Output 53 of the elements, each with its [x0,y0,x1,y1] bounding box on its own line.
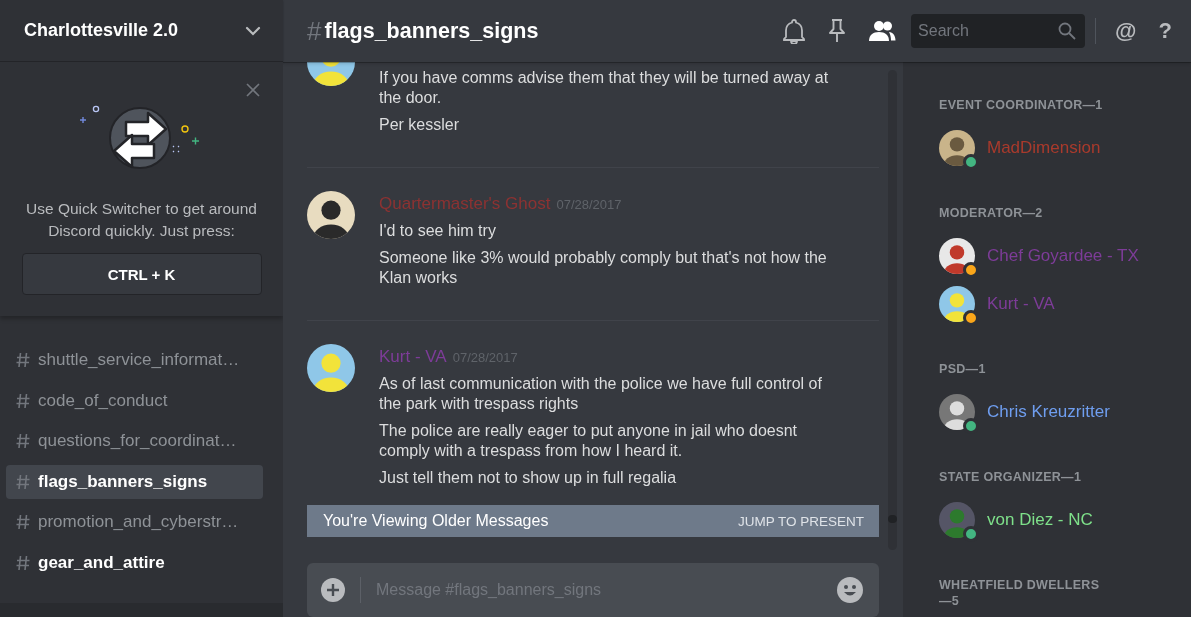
help-button[interactable]: ? [1158,18,1172,44]
avatar[interactable] [939,502,975,538]
members-icon[interactable] [868,20,897,42]
message-text: Per kessler [379,115,461,135]
plus-circle-icon[interactable] [321,578,345,602]
channel-item[interactable]: promotion_and_cyberstr… [6,505,263,540]
channel-title: flags_banners_signs [324,18,540,44]
avatar[interactable] [939,130,975,166]
hash-icon [16,433,30,450]
message-text: The police are really eager to put anyone in jail who doesnt comply with a trespass from how I heard it. [379,421,799,461]
channel-item[interactable]: shuttle_service_informat… [6,343,263,377]
channel-item[interactable]: gear_and_attire [6,545,263,580]
channel-item[interactable]: code_of_conduct [6,383,263,418]
role-heading: PSD—1 [939,361,987,377]
scrollbar-thumb[interactable] [888,515,897,523]
older-messages-notice: You're Viewing Older Messages [323,512,549,530]
close-icon[interactable] [246,83,260,97]
message-text: As of last communication with the police we have full control of the park with trespass rights [379,374,823,414]
channel-hash: # [307,15,322,47]
message-text: If you have comms advise them that they will be turned away at the door. [379,68,830,108]
avatar[interactable] [939,286,975,322]
member-name[interactable]: Chris Kreuzritter [987,402,1110,422]
scrollbar[interactable] [888,70,897,550]
hash-icon [16,473,30,490]
role-heading: WHEATFIELD DWELLERS—5 [939,577,1101,609]
hash-icon [16,554,30,571]
role-heading: MODERATOR—2 [939,205,1044,221]
pin-icon[interactable] [827,18,848,44]
emoji-icon[interactable] [837,577,863,603]
mentions-button[interactable]: @ [1115,18,1137,44]
channel-item[interactable]: questions_for_coordinat… [6,424,263,459]
hash-icon [16,392,30,409]
message-text: Someone like 3% would probably comply but that's not how the Klan works [379,248,828,288]
quick-switcher-hint: Use Quick Switcher to get around Discord quickly. Just press: [25,199,258,241]
role-heading: EVENT COORDINATOR—1 [939,97,1104,113]
message-text: Just tell them not to show up in full regalia [379,468,678,488]
search-icon [1058,22,1077,40]
bell-icon[interactable] [782,18,807,44]
hash-icon [16,352,30,368]
server-name[interactable]: Charlottesville 2.0 [24,20,179,41]
avatar[interactable] [939,238,975,274]
role-heading: STATE ORGANIZER—1 [939,469,1083,485]
avatar[interactable] [939,394,975,430]
chevron-down-icon[interactable] [245,25,261,36]
search-field[interactable]: Search [911,14,1086,48]
avatar[interactable] [307,344,355,392]
channel-item[interactable]: flags_banners_signs [6,464,263,499]
hash-icon [16,514,30,531]
avatar[interactable] [307,191,355,239]
message-text: I'd to see him try [379,221,497,241]
jump-to-present-link[interactable]: JUMP TO PRESENT [737,513,864,529]
shortcut-keycap: CTRL + K [21,253,262,295]
member-name[interactable]: von Diez - NC [987,510,1093,530]
